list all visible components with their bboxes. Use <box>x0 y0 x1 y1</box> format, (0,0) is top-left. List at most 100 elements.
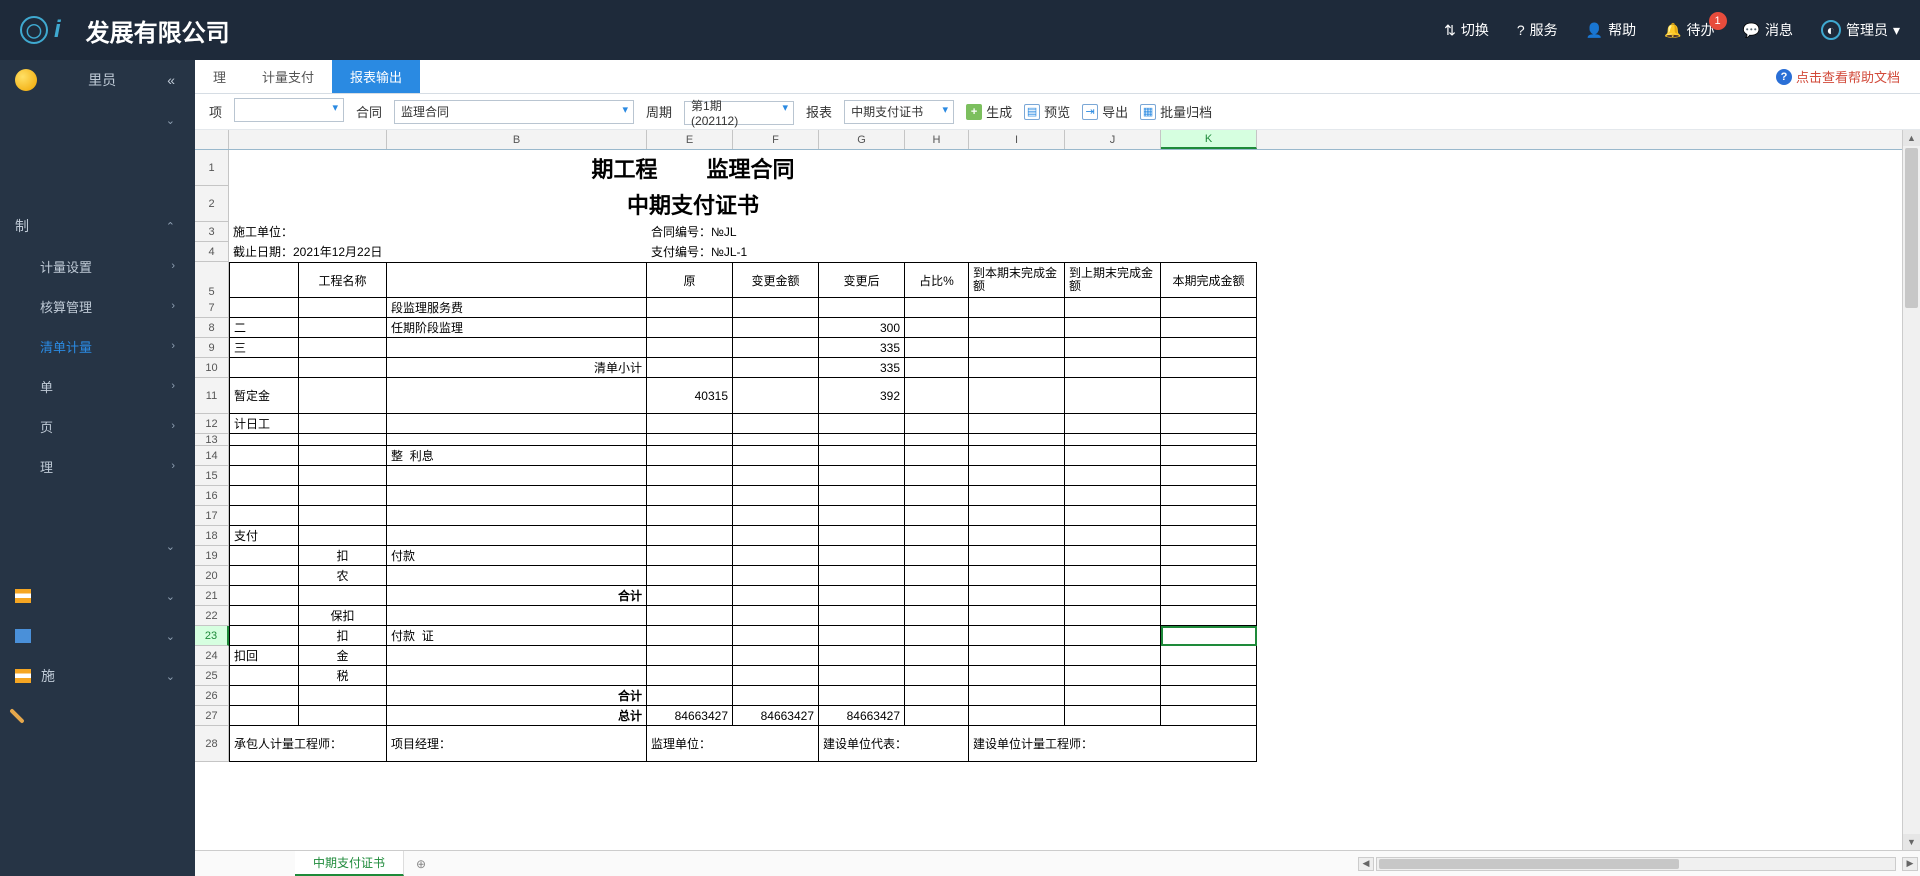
vertical-scrollbar[interactable]: ▲ ▼ <box>1902 130 1920 850</box>
row-header[interactable]: 21 <box>195 586 229 606</box>
col-header[interactable] <box>229 130 387 149</box>
active-cell[interactable] <box>1161 626 1257 646</box>
row-header[interactable]: 4 <box>195 242 229 262</box>
row-header[interactable]: 25 <box>195 666 229 686</box>
add-sheet-icon[interactable]: ⊕ <box>404 857 438 871</box>
col-header[interactable]: E <box>647 130 733 149</box>
row-header[interactable]: 16 <box>195 486 229 506</box>
row-header[interactable]: 24 <box>195 646 229 666</box>
col-header[interactable]: G <box>819 130 905 149</box>
col-header[interactable]: B <box>387 130 647 149</box>
select-project[interactable] <box>234 98 344 122</box>
row-header[interactable]: 27 <box>195 706 229 726</box>
message-icon: 💬 <box>1743 22 1760 39</box>
select-contract[interactable]: 监理合同 <box>394 100 634 124</box>
tab-li[interactable]: 理 <box>195 60 244 93</box>
sidebar-item-g6[interactable]: 施⌄ <box>0 656 195 696</box>
archive-icon: ▦ <box>1140 104 1156 120</box>
row-header[interactable]: 15 <box>195 466 229 486</box>
help-link[interactable]: ?点击查看帮助文档 <box>1776 67 1920 86</box>
btn-generate[interactable]: +生成 <box>966 102 1012 121</box>
spreadsheet[interactable]: B E F G H I J K 1期工程 监理合同 2中期支付证书 3施工单位：… <box>195 130 1902 850</box>
row-header[interactable]: 12 <box>195 414 229 434</box>
tabs-bar: 理 计量支付 报表输出 ?点击查看帮助文档 <box>195 60 1920 94</box>
nav-service[interactable]: ?服务 <box>1517 20 1558 40</box>
scroll-left-icon[interactable]: ◀ <box>1358 857 1374 871</box>
col-header[interactable]: H <box>905 130 969 149</box>
select-period[interactable]: 第1期 (202112) <box>684 101 794 125</box>
row-header[interactable]: 10 <box>195 358 229 378</box>
collapse-icon[interactable]: « <box>167 72 175 88</box>
row-header[interactable]: 3 <box>195 222 229 242</box>
row-header-selected[interactable]: 23 <box>195 626 229 646</box>
sidebar-item-g3[interactable]: ⌄ <box>0 526 195 566</box>
scroll-thumb[interactable] <box>1905 148 1918 308</box>
monitor-icon <box>15 629 31 643</box>
nav-switch[interactable]: ⇅切换 <box>1444 20 1489 40</box>
sidebar-item-1[interactable]: ⌄ <box>0 100 195 140</box>
chevron-right-icon: › <box>171 300 175 312</box>
chevron-down-icon: ⌄ <box>166 670 175 683</box>
row-header[interactable]: 26 <box>195 686 229 706</box>
row-header[interactable]: 18 <box>195 526 229 546</box>
row-header[interactable]: 8 <box>195 318 229 338</box>
export-icon: ⇥ <box>1082 104 1098 120</box>
scroll-right-icon[interactable]: ▶ <box>1902 857 1918 871</box>
chevron-right-icon: › <box>171 420 175 432</box>
sidebar-item-qdjl[interactable]: 清单计量› <box>0 326 195 366</box>
col-header[interactable]: F <box>733 130 819 149</box>
btn-preview[interactable]: ▤预览 <box>1024 102 1070 121</box>
row-header[interactable]: 1 <box>195 150 229 186</box>
scroll-up-icon[interactable]: ▲ <box>1903 130 1920 146</box>
tab-bbsc[interactable]: 报表输出 <box>332 60 420 93</box>
label-contract: 合同 <box>356 102 382 121</box>
col-header-selected[interactable]: K <box>1161 130 1257 149</box>
chevron-down-icon: ⌄ <box>166 590 175 603</box>
sidebar-item-ye[interactable]: 页› <box>0 406 195 446</box>
sidebar-item-jlsz[interactable]: 计量设置› <box>0 246 195 286</box>
nav-help[interactable]: 👤帮助 <box>1586 20 1636 40</box>
row-header[interactable]: 14 <box>195 446 229 466</box>
row-header[interactable]: 19 <box>195 546 229 566</box>
row-header[interactable]: 22 <box>195 606 229 626</box>
row-header[interactable]: 17 <box>195 506 229 526</box>
sidebar: 里员 « ⌄ 制⌃ 计量设置› 核算管理› 清单计量› 单› 页› 理› ⌄ ⌄… <box>0 60 195 876</box>
sidebar-item-g4[interactable]: ⌄ <box>0 576 195 616</box>
btn-batch[interactable]: ▦批量归档 <box>1140 102 1212 121</box>
btn-export[interactable]: ⇥导出 <box>1082 102 1128 121</box>
sidebar-item-pencil[interactable] <box>0 696 195 736</box>
row-header[interactable]: 7 <box>195 298 229 318</box>
sidebar-item-dan[interactable]: 单› <box>0 366 195 406</box>
hscroll-thumb[interactable] <box>1379 859 1679 869</box>
nav-todo[interactable]: 🔔待办1 <box>1664 20 1714 40</box>
sidebar-item-zhi[interactable]: 制⌃ <box>0 206 195 246</box>
tab-jlzf[interactable]: 计量支付 <box>244 60 332 93</box>
sheet-tab-active[interactable]: 中期支付证书 <box>295 851 404 876</box>
help-icon: ? <box>1776 69 1792 85</box>
col-header[interactable]: I <box>969 130 1065 149</box>
col-header[interactable]: J <box>1065 130 1161 149</box>
row-header[interactable]: 20 <box>195 566 229 586</box>
nav-message[interactable]: 💬消息 <box>1743 20 1793 40</box>
sidebar-item-g5[interactable]: ⌄ <box>0 616 195 656</box>
horizontal-scrollbar[interactable] <box>1376 857 1896 871</box>
chevron-down-icon: ⌄ <box>166 114 175 127</box>
row-header[interactable]: 13 <box>195 434 229 446</box>
sidebar-item-li[interactable]: 理› <box>0 446 195 486</box>
chevron-down-icon: ⌄ <box>166 630 175 643</box>
question-icon: ? <box>1517 22 1525 38</box>
scroll-down-icon[interactable]: ▼ <box>1903 834 1920 850</box>
chevron-right-icon: › <box>171 340 175 352</box>
logo-area: ◯ i 发展有限公司 <box>20 13 230 48</box>
nav-admin[interactable]: ◐管理员▾ <box>1821 20 1900 40</box>
admin-icon: ◐ <box>1821 20 1841 40</box>
select-report[interactable]: 中期支付证书 <box>844 100 954 124</box>
row-header[interactable]: 2 <box>195 186 229 222</box>
sidebar-item-hsgl[interactable]: 核算管理› <box>0 286 195 326</box>
toolbar: 项 合同 监理合同 周期 第1期 (202112) 报表 中期支付证书 +生成 … <box>195 94 1920 130</box>
row-header[interactable]: 28 <box>195 726 229 762</box>
row-header[interactable]: 9 <box>195 338 229 358</box>
swap-icon: ⇅ <box>1444 22 1456 39</box>
row-header[interactable]: 11 <box>195 378 229 414</box>
column-headers: B E F G H I J K <box>195 130 1902 150</box>
